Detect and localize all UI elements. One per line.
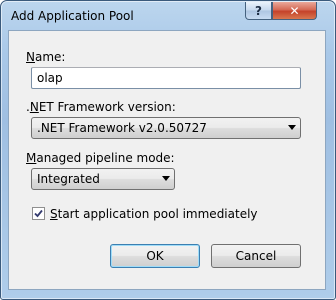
- pipeline-label-text: anaged pipeline mode:: [36, 151, 175, 165]
- close-button[interactable]: ✕: [272, 2, 317, 20]
- ok-button[interactable]: OK: [110, 244, 200, 268]
- name-input[interactable]: olap: [31, 67, 301, 89]
- framework-label-hotkey: N: [29, 100, 39, 114]
- pipeline-mode-label: Managed pipeline mode:: [26, 151, 175, 165]
- start-label-text: tart application pool immediately: [57, 207, 258, 221]
- name-input-value: olap: [37, 71, 63, 85]
- framework-version-label: .NET Framework version:: [26, 100, 176, 114]
- start-label-hotkey: S: [50, 207, 58, 221]
- start-immediately-label[interactable]: Start application pool immediately: [50, 207, 258, 221]
- close-icon: ✕: [289, 3, 300, 18]
- chevron-down-icon: [162, 176, 170, 181]
- cancel-button[interactable]: Cancel: [211, 244, 301, 268]
- pipeline-mode-dropdown[interactable]: Integrated: [31, 168, 175, 190]
- start-immediately-checkbox[interactable]: [32, 207, 45, 220]
- dialog-title: Add Application Pool: [11, 9, 134, 23]
- pipeline-mode-selected: Integrated: [37, 172, 100, 186]
- pipeline-label-hotkey: M: [26, 151, 37, 165]
- name-label: Name:: [26, 50, 65, 64]
- checkmark-icon: [34, 209, 43, 218]
- chevron-down-icon: [288, 125, 296, 130]
- help-icon: ?: [255, 3, 262, 18]
- framework-label-text: ET Framework version:: [38, 100, 176, 114]
- help-button[interactable]: ?: [245, 2, 272, 20]
- framework-version-dropdown[interactable]: .NET Framework v2.0.50727: [31, 117, 301, 139]
- name-label-text: ame:: [34, 50, 66, 64]
- name-label-hotkey: N: [26, 50, 35, 64]
- framework-version-selected: .NET Framework v2.0.50727: [37, 121, 207, 135]
